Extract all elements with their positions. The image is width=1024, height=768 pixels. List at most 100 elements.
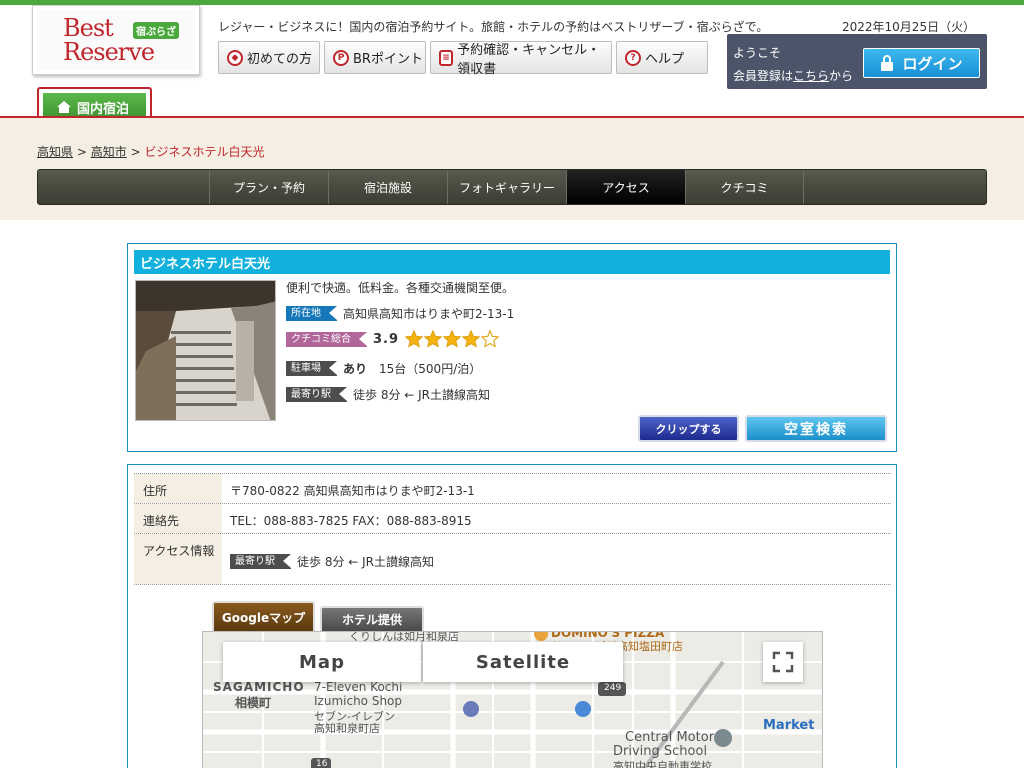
- points-icon: P: [333, 49, 349, 66]
- hotel-subnav: プラン・予約 宿泊施設 フォトギャラリー アクセス クチコミ: [37, 169, 987, 205]
- site-tagline: レジャー・ビジネスに！国内の宿泊予約サイト。旅館・ホテルの予約はベストリザーブ・…: [218, 20, 769, 34]
- question-icon: ?: [625, 49, 641, 66]
- map-route-16: 16: [316, 759, 328, 768]
- hotel-name-bar: ビジネスホテル白天光: [134, 250, 890, 274]
- help-button[interactable]: ? ヘルプ: [616, 41, 708, 74]
- hotel-building-image: [136, 281, 275, 420]
- review-row: クチコミ総合 3.9: [286, 330, 500, 348]
- first-time-button[interactable]: ◆ 初めての方: [218, 41, 320, 74]
- address-row: 所在地 高知県高知市はりまや町2-13-1: [286, 305, 514, 322]
- register-text: 会員登録はこちらから: [733, 67, 853, 84]
- access-contact-value: TEL：088-883-7825 FAX：088-883-8915: [230, 514, 472, 528]
- hotel-photo[interactable]: [135, 280, 276, 421]
- map-route-249: 249: [604, 683, 622, 693]
- subnav-photo-gallery[interactable]: フォトギャラリー: [447, 170, 566, 204]
- access-address-row: 住所 〒780-0822 高知県高知市はりまや町2-13-1: [134, 473, 891, 503]
- lock-icon: [881, 55, 894, 71]
- parking-tag: 駐車場: [286, 361, 337, 376]
- breadcrumb-city[interactable]: 高知市: [91, 145, 127, 159]
- station-tag: 最寄り駅: [286, 387, 347, 402]
- parking-detail: 15台（500円/泊）: [379, 362, 482, 376]
- reservations-button[interactable]: ≡ 予約確認・キャンセル・領収書: [430, 41, 612, 77]
- login-button[interactable]: ログイン: [863, 48, 980, 78]
- access-info-value: 最寄り駅 徒歩 8分 ← JR土讃線高知: [230, 534, 434, 570]
- breadcrumb-sep: >: [76, 145, 87, 159]
- site-header: Best 宿ぷらざ Reserve レジャー・ビジネスに！国内の宿泊予約サイト。…: [0, 5, 1024, 121]
- map-label-sagamicho: SAGAMICHO: [213, 680, 305, 694]
- house-icon: [57, 101, 71, 113]
- register-suffix: から: [829, 69, 854, 83]
- br-points-button[interactable]: P BRポイント: [324, 41, 426, 74]
- hotel-summary-box: ビジネスホテル白天光 便利で快適。低料金。各種交通機関至便。 所在地 高知県高知…: [127, 243, 897, 452]
- breadcrumb-band: 高知県 > 高知市 > ビジネスホテル白天光 プラン・予約 宿泊施設 フォトギャ…: [0, 116, 1024, 220]
- parking-availability: あり: [343, 362, 368, 376]
- login-panel: ようこそ 会員登録はこちらから ログイン: [727, 34, 987, 89]
- access-address-label: 住所: [134, 474, 222, 503]
- clip-button[interactable]: クリップする: [638, 415, 739, 442]
- star-filled-icon: [462, 330, 481, 348]
- access-info-label: アクセス情報: [134, 534, 222, 584]
- map-label-market: Market: [763, 718, 815, 733]
- station-value: 徒歩 8分 ← JR土讃線高知: [353, 388, 491, 402]
- subnav-access[interactable]: アクセス: [566, 170, 685, 204]
- address-tag: 所在地: [286, 306, 337, 321]
- access-address-value: 〒780-0822 高知県高知市はりまや町2-13-1: [230, 484, 475, 498]
- review-score: 3.9: [373, 331, 400, 347]
- subnav-plans[interactable]: プラン・予約: [209, 170, 328, 204]
- tab-hotel-map[interactable]: ホテル提供: [320, 606, 424, 631]
- access-contact-row: 連絡先 TEL：088-883-7825 FAX：088-883-8915: [134, 503, 891, 533]
- access-info-box: 住所 〒780-0822 高知県高知市はりまや町2-13-1 連絡先 TEL：0…: [127, 464, 897, 768]
- access-contact-label: 連絡先: [134, 504, 222, 533]
- parking-row: 駐車場 あり 15台（500円/泊）: [286, 360, 481, 377]
- breadcrumb-sep: >: [130, 145, 141, 159]
- first-time-label: 初めての方: [247, 52, 313, 67]
- welcome-text: ようこそ: [733, 46, 782, 60]
- reservations-label: 予約確認・キャンセル・領収書: [457, 42, 601, 77]
- breadcrumb-pref[interactable]: 高知県: [37, 145, 73, 159]
- help-label: ヘルプ: [645, 52, 685, 67]
- address-value: 高知県高知市はりまや町2-13-1: [343, 307, 515, 321]
- access-station-tag: 最寄り駅: [230, 554, 291, 569]
- login-label: ログイン: [902, 54, 963, 73]
- logo-reserve: Reserve: [63, 38, 155, 66]
- map-label-seven-jp2: 高知和泉町店: [314, 722, 380, 735]
- hotel-catchphrase: 便利で快適。低料金。各種交通機関至便。: [286, 281, 515, 295]
- access-station-value: 徒歩 8分 ← JR土讃線高知: [297, 555, 435, 569]
- tab-google-map[interactable]: Googleマップ: [212, 601, 315, 631]
- review-tag: クチコミ総合: [286, 331, 367, 347]
- map-label-seven-2: Izumicho Shop: [314, 694, 403, 708]
- tab-domestic-label: 国内宿泊: [77, 101, 130, 117]
- map-label-sagamicho-jp: 相模町: [235, 696, 272, 710]
- station-row: 最寄り駅 徒歩 8分 ← JR土讃線高知: [286, 386, 490, 403]
- register-prefix: 会員登録は: [733, 69, 794, 83]
- logo-badge: 宿ぷらざ: [133, 22, 179, 39]
- document-icon: ≡: [439, 49, 454, 66]
- star-filled-icon: [424, 330, 443, 348]
- map-label-school-1: Central Motor: [625, 730, 715, 745]
- vacancy-search-button[interactable]: 空室検索: [745, 415, 887, 442]
- subnav-reviews[interactable]: クチコミ: [685, 170, 804, 204]
- map-label-school-2: Driving School: [613, 744, 708, 759]
- subnav-facility[interactable]: 宿泊施設: [328, 170, 447, 204]
- star-filled-icon: [443, 330, 462, 348]
- map-label-seven-1: 7-Eleven Kochi: [314, 680, 403, 694]
- br-points-label: BRポイント: [353, 52, 423, 67]
- shield-icon: ◆: [227, 49, 243, 66]
- review-stars: [405, 330, 500, 348]
- google-map[interactable]: SAGAMICHO 相模町 7-Eleven Kochi Izumicho Sh…: [202, 631, 823, 768]
- logo-inner: Best 宿ぷらざ Reserve: [37, 10, 195, 70]
- breadcrumb: 高知県 > 高知市 > ビジネスホテル白天光: [37, 143, 264, 160]
- map-type-satellite-button[interactable]: Satellite: [423, 642, 623, 682]
- map-type-map-button[interactable]: Map: [223, 642, 421, 682]
- register-link[interactable]: こちら: [793, 69, 829, 83]
- current-date: 2022年10月25日（火）: [842, 20, 976, 34]
- star-filled-icon: [405, 330, 424, 348]
- access-info-row: アクセス情報 最寄り駅 徒歩 8分 ← JR土讃線高知: [134, 533, 891, 585]
- logo-best: Best: [63, 14, 114, 42]
- breadcrumb-current: ビジネスホテル白天光: [144, 145, 265, 159]
- fullscreen-button[interactable]: [763, 642, 803, 682]
- star-empty-icon: [481, 330, 500, 348]
- fullscreen-icon: [772, 651, 794, 673]
- map-label-school-jp: 高知中央自動車学校: [613, 760, 712, 768]
- site-logo[interactable]: Best 宿ぷらざ Reserve: [32, 5, 200, 75]
